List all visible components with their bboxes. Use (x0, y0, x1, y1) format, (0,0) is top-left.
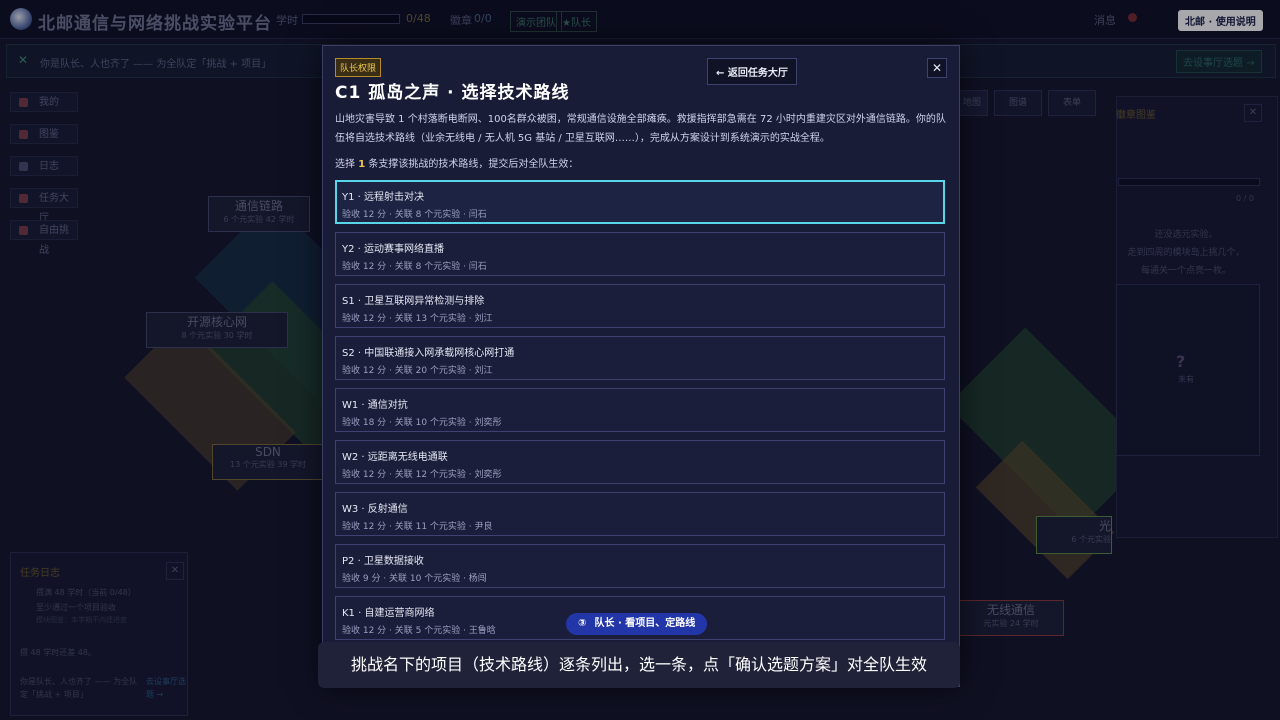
tutorial-caption: 挑战名下的项目（技术路线）逐条列出，选一条，点「确认选题方案」对全队生效 (350, 655, 927, 674)
route-option-s2[interactable]: S2 · 中国联通接入网承载网核心网打通 验收 12 分 · 关联 20 个元实验… (335, 336, 945, 380)
captain-permission-badge: 队长权限 (335, 58, 382, 77)
modal-title: C1 孤岛之声 · 选择技术路线 (335, 83, 570, 103)
select-prompt: 选择 1 条支撑该挑战的技术路线，提交后对全队生效： (335, 159, 579, 170)
route-option-y2[interactable]: Y2 · 运动赛事网络直播 验收 12 分 · 关联 8 个元实验 · 闫石 (335, 232, 945, 276)
tutorial-step-pill: ③ 队长 · 看项目、定路线 (566, 613, 708, 635)
route-option-w2[interactable]: W2 · 远距离无线电通联 验收 12 分 · 关联 12 个元实验 · 刘奕彤 (335, 440, 945, 484)
step-label: 队长 · 看项目、定路线 (594, 618, 696, 629)
challenge-description: 山地灾害导致 1 个村落断电断网、100名群众被困，常规通信设施全部瘫痪。救援指… (335, 114, 946, 144)
step-number: ③ (578, 618, 587, 629)
route-option-s1[interactable]: S1 · 卫星互联网异常检测与排除 验收 12 分 · 关联 13 个元实验 · … (335, 284, 945, 328)
route-option-y1[interactable]: Y1 · 远程射击对决 验收 12 分 · 关联 8 个元实验 · 闫石 (335, 180, 945, 224)
back-to-task-hall-button[interactable]: ← 返回任务大厅 (707, 58, 797, 85)
route-option-w3[interactable]: W3 · 反射通信 验收 12 分 · 关联 11 个元实验 · 尹良 (335, 492, 945, 536)
choose-route-modal: 队长权限 C1 孤岛之声 · 选择技术路线 ← 返回任务大厅 ✕ 山地灾害导致 … (322, 45, 960, 687)
route-option-p2[interactable]: P2 · 卫星数据接收 验收 9 分 · 关联 10 个元实验 · 杨闯 (335, 544, 945, 588)
close-button[interactable]: ✕ (927, 58, 947, 78)
route-option-w1[interactable]: W1 · 通信对抗 验收 18 分 · 关联 10 个元实验 · 刘奕彤 (335, 388, 945, 432)
